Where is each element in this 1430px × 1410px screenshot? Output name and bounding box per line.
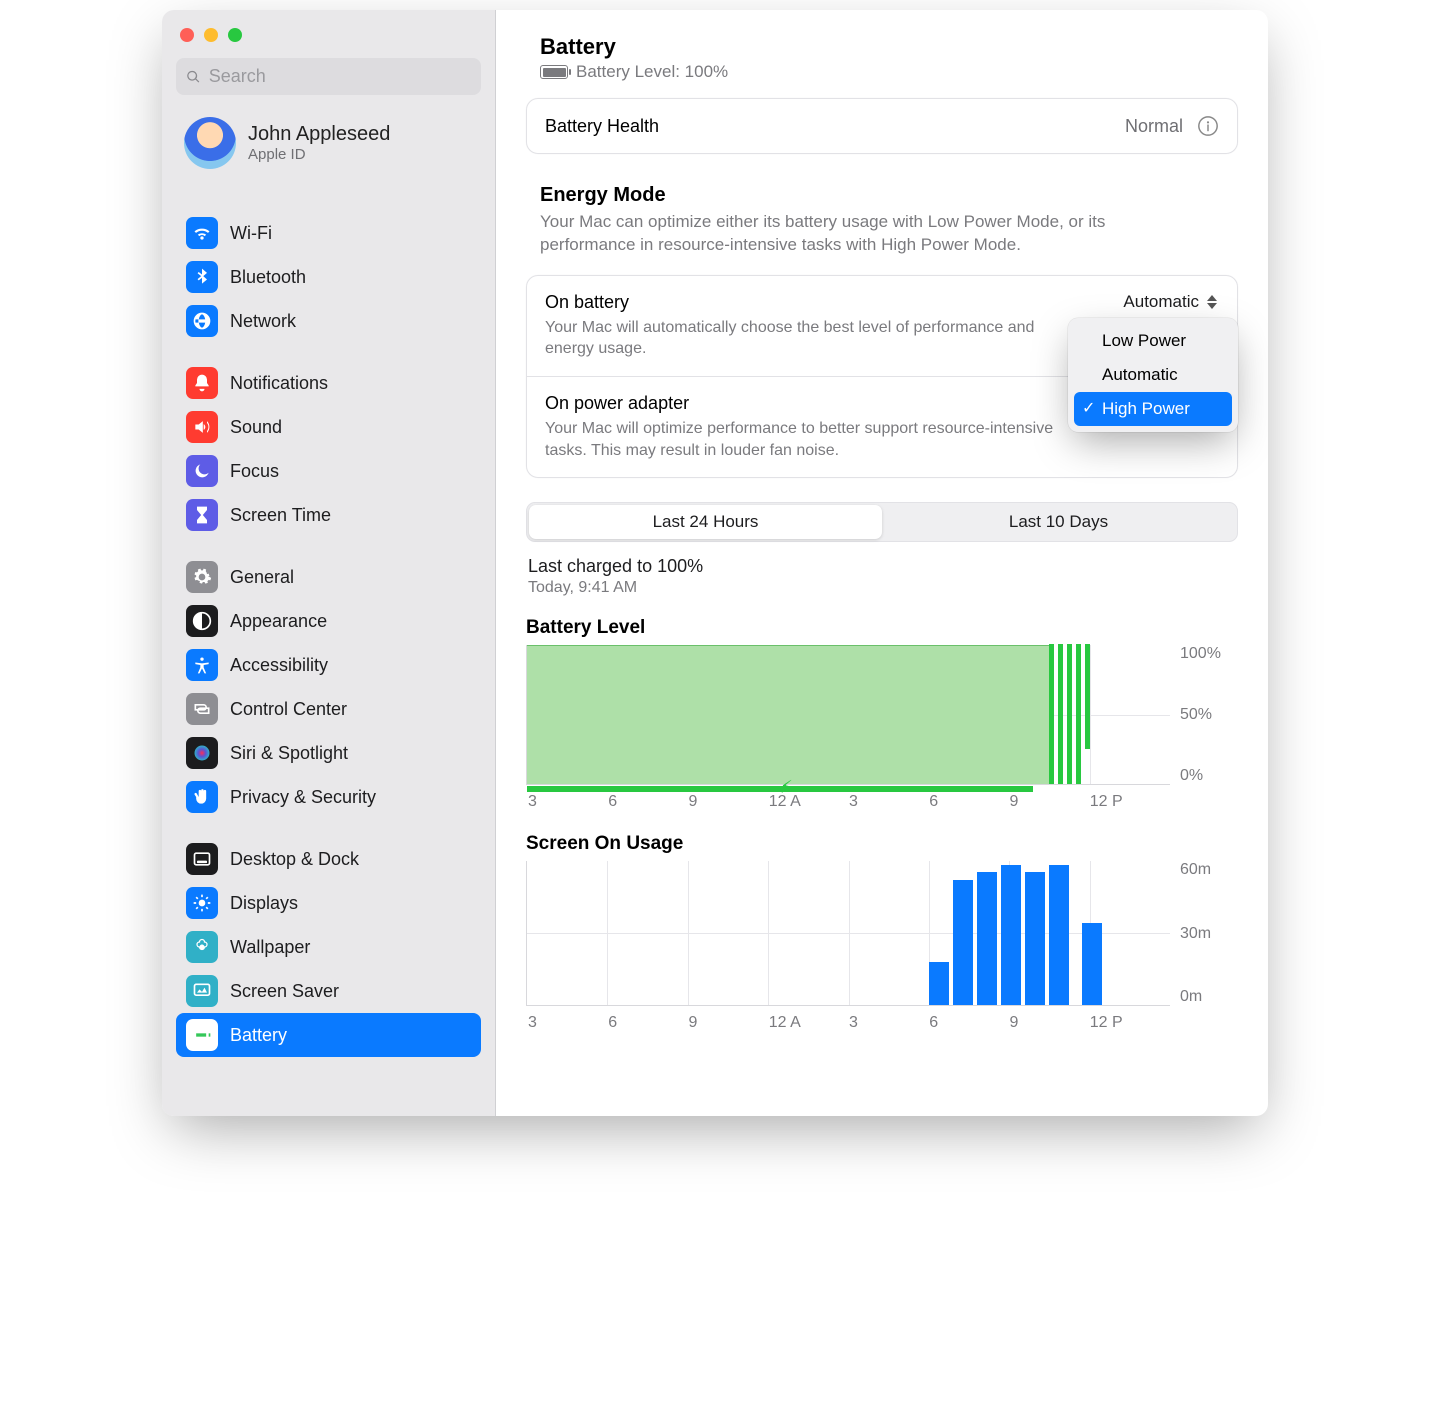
sidebar-item-network[interactable]: Network (176, 299, 481, 343)
chart-title: Battery Level (526, 617, 1238, 639)
last-charged-line2: Today, 9:41 AM (528, 579, 1236, 597)
battery-health-card[interactable]: Battery Health Normal (526, 98, 1238, 154)
sidebar-item-label: Bluetooth (230, 267, 306, 288)
account-row[interactable]: John Appleseed Apple ID (176, 95, 481, 187)
sidebar-item-label: Wi-Fi (230, 223, 272, 244)
sidebar-item-label: Screen Time (230, 505, 331, 526)
sidebar-item-label: Screen Saver (230, 981, 339, 1002)
account-sub: Apple ID (248, 146, 390, 163)
hourglass-icon (186, 499, 218, 531)
sidebar-item-appearance[interactable]: Appearance (176, 599, 481, 643)
sidebar-item-wallpaper[interactable]: Wallpaper (176, 925, 481, 969)
main-pane: Battery Battery Level: 100% Battery Heal… (496, 10, 1268, 1116)
sidebar-item-label: Sound (230, 417, 282, 438)
wifi-icon (186, 217, 218, 249)
updown-icon (1205, 295, 1219, 309)
sidebar-item-label: Battery (230, 1025, 287, 1046)
option-high-power[interactable]: High Power (1074, 392, 1232, 426)
accessibility-icon (186, 649, 218, 681)
sidebar-item-siri-spotlight[interactable]: Siri & Spotlight (176, 731, 481, 775)
sidebar-item-notifications[interactable]: Notifications (176, 361, 481, 405)
energy-mode-popover: Low PowerAutomaticHigh Power (1068, 318, 1238, 432)
battery-icon (186, 1019, 218, 1051)
energy-row-title: On battery (545, 292, 629, 313)
battery-health-label: Battery Health (545, 116, 659, 137)
globe-icon (186, 305, 218, 337)
sidebar-item-sound[interactable]: Sound (176, 405, 481, 449)
sun-icon (186, 887, 218, 919)
sidebar-nav: Wi-Fi Bluetooth Network Notifications Sound F… (176, 193, 481, 1057)
search-input[interactable] (209, 66, 471, 87)
search-icon (186, 69, 201, 85)
sidebar-item-desktop-dock[interactable]: Desktop & Dock (176, 837, 481, 881)
window-controls (176, 22, 481, 58)
sidebar-item-label: Desktop & Dock (230, 849, 359, 870)
account-name: John Appleseed (248, 123, 390, 146)
sidebar-item-label: General (230, 567, 294, 588)
sidebar-item-label: Control Center (230, 699, 347, 720)
sidebar-item-accessibility[interactable]: Accessibility (176, 643, 481, 687)
speaker-icon (186, 411, 218, 443)
option-low-power[interactable]: Low Power (1074, 324, 1232, 358)
battery-level-label: Battery Level: 100% (576, 62, 728, 82)
siri-icon (186, 737, 218, 769)
switches-icon (186, 693, 218, 725)
bell-icon (186, 367, 218, 399)
maximize-icon[interactable] (228, 28, 242, 42)
energy-mode-title: Energy Mode (526, 154, 1238, 211)
sidebar-item-control-center[interactable]: Control Center (176, 687, 481, 731)
contrast-icon (186, 605, 218, 637)
search-field[interactable] (176, 58, 481, 95)
last-charged-info: Last charged to 100% Today, 9:41 AM (526, 542, 1238, 603)
bluetooth-icon (186, 261, 218, 293)
settings-window: John Appleseed Apple ID Wi-Fi Bluetooth Ne… (162, 10, 1268, 1116)
battery-health-value: Normal (1125, 116, 1183, 137)
minimize-icon[interactable] (204, 28, 218, 42)
flower-icon (186, 931, 218, 963)
sidebar-item-wi-fi[interactable]: Wi-Fi (176, 211, 481, 255)
chart-title: Screen On Usage (526, 833, 1238, 855)
sidebar-item-privacy-security[interactable]: Privacy & Security (176, 775, 481, 819)
sidebar-item-bluetooth[interactable]: Bluetooth (176, 255, 481, 299)
sidebar-item-general[interactable]: General (176, 555, 481, 599)
sidebar-item-label: Network (230, 311, 296, 332)
sidebar-item-label: Appearance (230, 611, 327, 632)
energy-row-title: On power adapter (545, 393, 689, 414)
sidebar-item-label: Accessibility (230, 655, 328, 676)
sidebar-item-screen-saver[interactable]: Screen Saver (176, 969, 481, 1013)
sidebar-item-displays[interactable]: Displays (176, 881, 481, 925)
sidebar: John Appleseed Apple ID Wi-Fi Bluetooth Ne… (162, 10, 496, 1116)
sidebar-item-focus[interactable]: Focus (176, 449, 481, 493)
sidebar-item-label: Privacy & Security (230, 787, 376, 808)
moon-icon (186, 455, 218, 487)
gear-icon (186, 561, 218, 593)
hand-icon (186, 781, 218, 813)
last-charged-line1: Last charged to 100% (528, 556, 1236, 577)
screensaver-icon (186, 975, 218, 1007)
avatar (184, 117, 236, 169)
dock-icon (186, 843, 218, 875)
close-icon[interactable] (180, 28, 194, 42)
sidebar-item-battery[interactable]: Battery (176, 1013, 481, 1057)
energy-row-desc: Your Mac will automatically choose the b… (545, 317, 1065, 360)
battery-level-chart: Battery Level ⚡︎ 36912 A36912 P 100%50%0… (526, 617, 1238, 811)
sidebar-item-label: Notifications (230, 373, 328, 394)
battery-icon (540, 65, 568, 79)
sidebar-item-label: Wallpaper (230, 937, 310, 958)
energy-mode-desc: Your Mac can optimize either its battery… (526, 211, 1186, 257)
sidebar-item-label: Focus (230, 461, 279, 482)
energy-row-select[interactable]: Automatic (1123, 292, 1219, 312)
option-automatic[interactable]: Automatic (1074, 358, 1232, 392)
sidebar-item-label: Siri & Spotlight (230, 743, 348, 764)
energy-row-desc: Your Mac will optimize performance to be… (545, 418, 1065, 461)
time-range-segmented[interactable]: Last 24 Hours Last 10 Days (526, 502, 1238, 542)
page-title: Battery (540, 34, 616, 60)
sidebar-item-label: Displays (230, 893, 298, 914)
seg-24h[interactable]: Last 24 Hours (529, 505, 882, 539)
seg-10d[interactable]: Last 10 Days (882, 505, 1235, 539)
screen-usage-chart: Screen On Usage 36912 A36912 P 60m30m0m (526, 833, 1238, 1032)
sidebar-item-screen-time[interactable]: Screen Time (176, 493, 481, 537)
info-icon[interactable] (1197, 115, 1219, 137)
